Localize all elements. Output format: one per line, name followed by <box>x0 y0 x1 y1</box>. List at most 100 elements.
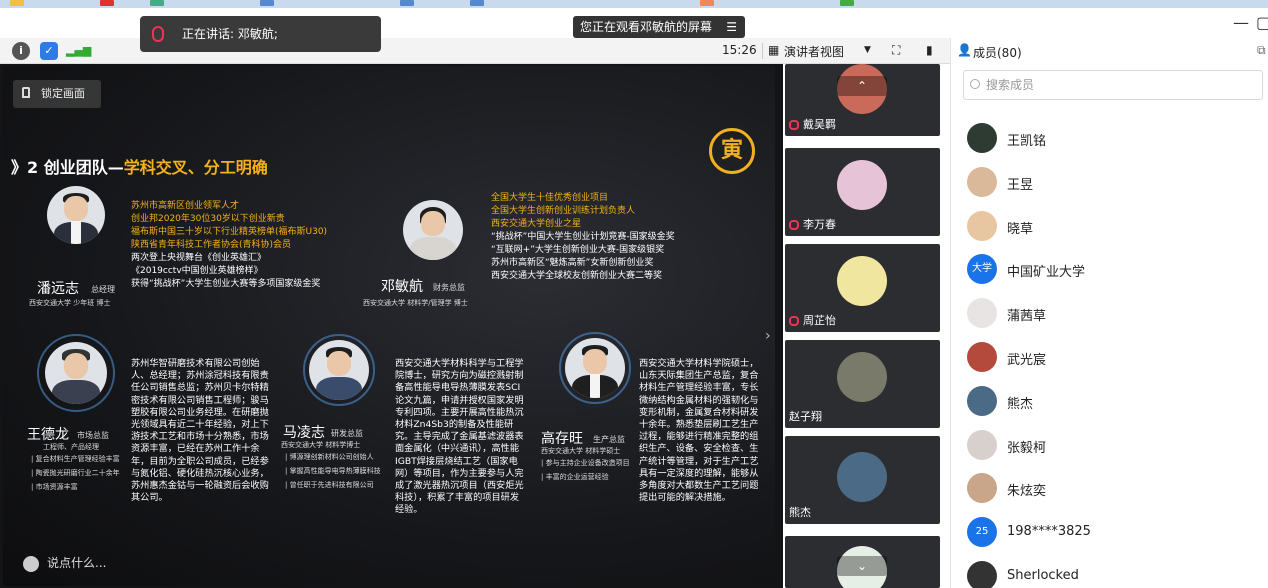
member-row[interactable]: 朱炫奕 <box>967 471 1267 505</box>
video-tile[interactable]: 熊杰 <box>785 436 940 524</box>
member-row[interactable]: 王昱 <box>967 165 1267 199</box>
person-photo-pan <box>47 186 105 244</box>
meeting-window: 您正在观看邓敏航的屏幕 ☰ — ▢ i ✓ ▂▄▆ 15:26 ▦ 演讲者视图 … <box>0 0 1268 588</box>
grid-view-icon[interactable]: ▦ <box>768 43 779 57</box>
member-name: 中国矿业大学 <box>1007 265 1086 281</box>
person-role: 财务总监 <box>433 283 465 292</box>
member-row[interactable]: 武光宸 <box>967 340 1267 374</box>
slide-title-prefix: 》2 创业团队— <box>11 158 124 177</box>
menu-icon[interactable]: ☰ <box>726 16 737 38</box>
person-role: 总经理 <box>91 285 115 294</box>
company-logo: 寅 <box>709 128 755 174</box>
person-name: 马凌志 <box>283 425 325 441</box>
person-bio: 西安交通大学材料科学与工程学院博士，研究方向为磁控溅射制备高性能导电导热薄膜发表… <box>395 358 524 516</box>
search-placeholder: 搜索成员 <box>986 78 1035 92</box>
viewing-text: 您正在观看邓敏航的屏幕 <box>580 20 713 34</box>
slide-title-highlight: 学科交叉、分工明确 <box>123 158 268 177</box>
taskbar-strip <box>0 0 1268 8</box>
member-name: 张毅柯 <box>1007 440 1047 456</box>
video-tile[interactable]: 赵子翔 <box>785 340 940 428</box>
member-row[interactable]: 蒲茜草 <box>967 296 1267 330</box>
video-tile[interactable]: 李万春 <box>785 148 940 236</box>
person-school: 西安交通大学 材料学博士 <box>281 441 361 449</box>
info-icon[interactable]: i <box>12 42 30 60</box>
chevron-down-icon[interactable]: ⌄ <box>837 556 887 576</box>
view-mode-dropdown[interactable]: 演讲者视图 <box>784 43 844 60</box>
divider <box>762 43 763 59</box>
person-school: 西安交通大学 材料学/管理学 博士 <box>363 299 468 307</box>
bullet-item: 两次登上央视舞台《创业英雄汇》 <box>131 253 267 263</box>
muted-mic-icon <box>789 316 799 326</box>
person-role: 市场总监 <box>77 431 109 440</box>
minimize-icon[interactable]: — <box>1230 12 1252 34</box>
highlight-line: | 参与主持企业设备改造项目 <box>541 459 630 467</box>
video-tile[interactable]: ⌃ 戴吴羁 <box>785 64 940 136</box>
avatar <box>967 429 997 460</box>
person-role: 生产总监 <box>593 435 625 444</box>
video-tile[interactable]: 周芷怡 <box>785 244 940 332</box>
chevron-up-icon[interactable]: ⌃ <box>837 76 887 96</box>
avatar <box>967 561 997 588</box>
member-row[interactable]: 张毅柯 <box>967 428 1267 462</box>
overflow-icon[interactable]: ▢ <box>1256 12 1268 34</box>
member-name: 蒲茜草 <box>1007 309 1047 325</box>
member-row[interactable]: 大学 中国矿业大学 <box>967 252 1267 286</box>
avatar <box>967 210 997 241</box>
highlight-lines: | 博源理创新材料公司创始人 | 掌握高性能导电导热薄膜科技 | 曾任职于先进科… <box>285 450 381 492</box>
signal-icon[interactable]: ▂▄▆ <box>66 42 91 60</box>
member-name: 王昱 <box>1007 177 1034 193</box>
avatar <box>967 385 997 416</box>
chevron-down-icon[interactable]: ▼ <box>864 45 871 55</box>
member-row[interactable]: 熊杰 <box>967 384 1267 418</box>
popout-icon[interactable]: ⧉ <box>1257 43 1266 58</box>
bullet-list: 苏州市高新区创业领军人才 创业邦2020年30位30岁以下创业新贵 福布斯中国三… <box>131 200 327 291</box>
lock-view-button[interactable]: 锁定画面 <box>13 80 101 108</box>
muted-mic-icon <box>789 220 799 230</box>
tile-label: 李万春 <box>789 216 836 232</box>
tile-label: 周芷怡 <box>789 312 836 328</box>
shield-icon[interactable]: ✓ <box>40 42 58 60</box>
highlight-lines: | 复合材料生产管理经验丰富 | 陶瓷抛光研磨行业二十余年 | 市场资源丰富 <box>31 452 120 494</box>
avatar <box>967 298 997 329</box>
person-name: 王德龙 <box>27 427 69 443</box>
avatar <box>967 473 997 504</box>
person-icon: 👤 <box>957 43 972 57</box>
person-name: 邓敏航 <box>381 279 423 295</box>
tile-name: 周芷怡 <box>803 314 836 327</box>
shared-screen: 锁定画面 》2 创业团队—学科交叉、分工明确 寅 潘远志 总经理 西安交通大学 … <box>0 16 783 588</box>
clock-time: 15:26 <box>722 43 757 57</box>
comment-input[interactable]: 说点什么... <box>23 554 106 576</box>
bullet-item: 福布斯中国三十岁以下行业精英榜单(福布斯U30) <box>131 227 328 237</box>
person-photo-gao <box>565 338 625 398</box>
person-photo-deng <box>403 200 463 260</box>
fullscreen-icon[interactable]: ⛶ <box>892 43 900 58</box>
slide-title: 》2 创业团队—学科交叉、分工明确 <box>11 154 268 178</box>
person-name: 高存旺 <box>541 431 583 447</box>
highlight-line: | 掌握高性能导电导热薄膜科技 <box>285 467 381 475</box>
members-count: 成员(80) <box>973 46 1022 60</box>
logo-glyph: 寅 <box>720 138 743 163</box>
member-row[interactable]: 25 198****3825 <box>967 515 1267 549</box>
highlight-line: | 丰富的企业运营经验 <box>541 473 609 481</box>
member-name: 王凯铭 <box>1007 134 1047 149</box>
chevron-right-icon[interactable]: › <box>765 328 771 344</box>
bullet-item: “挑战杯”中国大学生创业计划竞赛-国家级金奖 <box>491 232 675 242</box>
video-tile[interactable]: ⌄ <box>785 536 940 588</box>
member-name: 熊杰 <box>1007 396 1034 412</box>
member-row[interactable]: Sherlocked <box>967 559 1267 588</box>
member-row[interactable]: 王凯铭 <box>967 121 1267 155</box>
bullet-item: 西安交通大学创业之星 <box>491 219 582 229</box>
bullet-item: 全国大学生十佳优秀创业项目 <box>491 193 609 203</box>
bullet-item: 苏州市高新区“魅炼高新”女新创新创业奖 <box>491 258 654 268</box>
member-name: 198****3825 <box>1007 524 1091 540</box>
highlight-lines: | 参与主持企业设备改造项目 | 丰富的企业运营经验 <box>541 456 630 484</box>
avatar <box>967 342 997 372</box>
bullet-item: 陕西省青年科技工作者协会(青科协)会员 <box>131 240 292 250</box>
member-row[interactable]: 晓草 <box>967 209 1267 243</box>
sidebar-toggle-icon[interactable]: ▮ <box>926 43 933 57</box>
presentation-slide: 锁定画面 》2 创业团队—学科交叉、分工明确 寅 潘远志 总经理 西安交通大学 … <box>3 66 775 586</box>
person-name: 潘远志 <box>37 281 79 297</box>
avatar <box>967 123 997 153</box>
emoji-icon[interactable] <box>23 555 39 572</box>
member-search-input[interactable]: 搜索成员 <box>963 70 1263 100</box>
